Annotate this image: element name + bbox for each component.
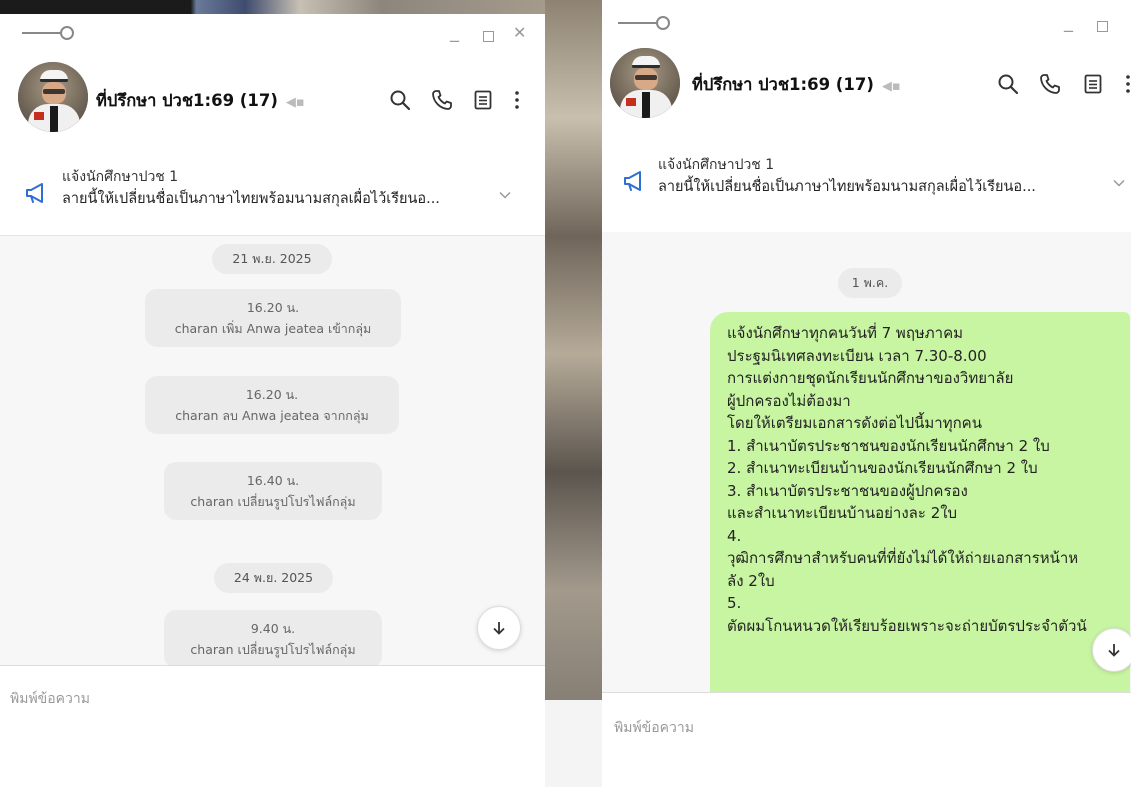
megaphone-icon: [624, 171, 641, 191]
message-input-placeholder: พิมพ์ข้อความ: [10, 691, 90, 707]
maximize-icon[interactable]: [483, 28, 494, 46]
maximize-icon[interactable]: [1097, 18, 1108, 36]
bubble-line: แจ้งนักศึกษาทุกคนวันที่ 7 พฤษภาคม: [727, 324, 964, 342]
notes-icon[interactable]: [471, 88, 495, 112]
system-message-time: 16.40 น.: [246, 473, 300, 488]
system-message: 16.20 น. charan เพิ่ม Anwa jeatea เข้ากล…: [145, 289, 401, 347]
message-input[interactable]: พิมพ์ข้อความ: [0, 665, 545, 787]
minimize-icon[interactable]: _: [450, 24, 459, 42]
date-divider: 1 พ.ค.: [838, 268, 902, 298]
bubble-line: และสำเนาทะเบียนบ้านอย่างละ 2ใบ: [727, 504, 958, 522]
arrow-down-icon: [1108, 644, 1120, 657]
chat-header: ที่ปรึกษา ปวช1:69 (17) ◀▪: [0, 56, 545, 136]
scroll-to-bottom-button[interactable]: [477, 606, 521, 650]
search-icon[interactable]: [388, 88, 412, 112]
bubble-line: 3. สำเนาบัตรประชาชนของผู้ปกครอง: [727, 481, 968, 500]
bubble-line: 1. สำเนาบัตรประชาชนของนักเรียนนักศึกษา 2…: [727, 436, 1050, 455]
line-app-icon: [22, 26, 82, 40]
more-icon[interactable]: [1116, 72, 1131, 96]
bubble-line: 2. สำเนาทะเบียนบ้านของนักเรียนนักศึกษา 2…: [727, 459, 1038, 477]
phone-icon[interactable]: [1038, 72, 1062, 96]
wallpaper-strip-right: [545, 0, 602, 787]
announcement-bar[interactable]: แจ้งนักศึกษาปวช 1 ลายนี้ให้เปลี่ยนชื่อเป…: [602, 146, 1131, 224]
more-icon[interactable]: [505, 88, 529, 112]
bubble-line: ตัดผมโกนหนวดให้เรียบร้อยเพราะจะถ่ายบัตรป…: [727, 616, 1087, 635]
system-message: 16.20 น. charan ลบ Anwa jeatea จากกลุ่ม: [145, 376, 399, 434]
phone-icon[interactable]: [430, 88, 454, 112]
date-divider: 21 พ.ย. 2025: [212, 244, 332, 274]
wallpaper-strip-right-lower: [545, 700, 602, 787]
line-app-icon: [618, 16, 678, 30]
bubble-line: ลัง 2ใบ: [727, 571, 775, 590]
close-icon[interactable]: ✕: [513, 24, 526, 42]
mute-icon: ◀▪: [881, 79, 901, 94]
message-list[interactable]: 1 พ.ค. แจ้งนักศึกษาทุกคนวันที่ 7 พฤษภาคม…: [602, 232, 1131, 694]
bubble-line: ผู้ปกครองไม่ต้องมา: [727, 391, 851, 410]
announcement-bar[interactable]: แจ้งนักศึกษาปวช 1 ลายนี้ให้เปลี่ยนชื่อเป…: [0, 158, 545, 236]
chat-window-left: _ ✕ ที่ปรึกษา ปวช1:69 (17) ◀▪ แจ้งนักศึกษ…: [0, 14, 545, 787]
arrow-down-icon: [493, 622, 505, 635]
avatar[interactable]: [18, 62, 88, 132]
chat-title[interactable]: ที่ปรึกษา ปวช1:69 (17) ◀▪: [692, 72, 901, 98]
message-input-placeholder: พิมพ์ข้อความ: [614, 720, 694, 736]
message-bubble[interactable]: แจ้งนักศึกษาทุกคนวันที่ 7 พฤษภาคม ประฐมน…: [710, 312, 1130, 694]
message-list[interactable]: 21 พ.ย. 2025 16.20 น. charan เพิ่ม Anwa …: [0, 236, 545, 668]
chat-header: ที่ปรึกษา ปวช1:69 (17) ◀▪: [602, 40, 1131, 120]
announcement-title: แจ้งนักศึกษาปวช 1: [658, 157, 775, 173]
system-message-text: charan เปลี่ยนรูปโปรไฟล์กลุ่ม: [190, 642, 356, 657]
minimize-icon[interactable]: _: [1064, 14, 1073, 32]
system-message-text: charan เปลี่ยนรูปโปรไฟล์กลุ่ม: [190, 494, 356, 509]
announcement-body: ลายนี้ให้เปลี่ยนชื่อเป็นภาษาไทยพร้อมนามส…: [62, 191, 440, 207]
chat-title-text: ที่ปรึกษา ปวช1:69 (17): [96, 91, 278, 110]
system-message: 16.40 น. charan เปลี่ยนรูปโปรไฟล์กลุ่ม: [164, 462, 382, 520]
bubble-line: ประฐมนิเทศลงทะเบียน เวลา 7.30-8.00: [727, 346, 987, 365]
system-message: 9.40 น. charan เปลี่ยนรูปโปรไฟล์กลุ่ม: [164, 610, 382, 668]
scroll-to-bottom-button[interactable]: [1092, 628, 1131, 672]
system-message-text: charan เพิ่ม Anwa jeatea เข้ากลุ่ม: [174, 321, 372, 336]
chevron-down-icon[interactable]: [1112, 176, 1126, 190]
chat-title[interactable]: ที่ปรึกษา ปวช1:69 (17) ◀▪: [96, 88, 305, 114]
bubble-line: วุฒิการศึกษาสำหรับคนที่ที่ยังไม่ได้ให้ถ่…: [727, 549, 1079, 567]
message-input[interactable]: พิมพ์ข้อความ: [602, 692, 1131, 787]
mute-icon: ◀▪: [285, 95, 305, 110]
bubble-line: การแต่งกายชุดนักเรียนนักศึกษาของวิทยาลัย: [727, 369, 1014, 387]
chevron-down-icon[interactable]: [498, 188, 512, 202]
bubble-line: 5.: [727, 594, 742, 612]
wallpaper-strip-top: [0, 0, 545, 14]
announcement-body: ลายนี้ให้เปลี่ยนชื่อเป็นภาษาไทยพร้อมนามส…: [658, 179, 1036, 195]
title-bar[interactable]: _: [602, 4, 1131, 44]
system-message-text: charan ลบ Anwa jeatea จากกลุ่ม: [175, 408, 369, 423]
notes-icon[interactable]: [1081, 72, 1105, 96]
date-divider: 24 พ.ย. 2025: [214, 563, 333, 593]
title-bar[interactable]: _ ✕: [0, 14, 545, 54]
megaphone-icon: [26, 183, 43, 203]
avatar[interactable]: [610, 48, 680, 118]
system-message-time: 16.20 น.: [245, 387, 299, 402]
search-icon[interactable]: [996, 72, 1020, 96]
announcement-title: แจ้งนักศึกษาปวช 1: [62, 169, 179, 185]
system-message-time: 16.20 น.: [246, 300, 300, 315]
bubble-line: โดยให้เตรียมเอกสารดังต่อไปนี้มาทุกคน: [727, 414, 982, 432]
bubble-line: 4.: [727, 526, 742, 545]
system-message-time: 9.40 น.: [250, 621, 296, 636]
chat-window-right: _ ที่ปรึกษา ปวช1:69 (17) ◀▪ แจ้งนักศึกษาป…: [602, 0, 1131, 787]
chat-title-text: ที่ปรึกษา ปวช1:69 (17): [692, 75, 874, 94]
